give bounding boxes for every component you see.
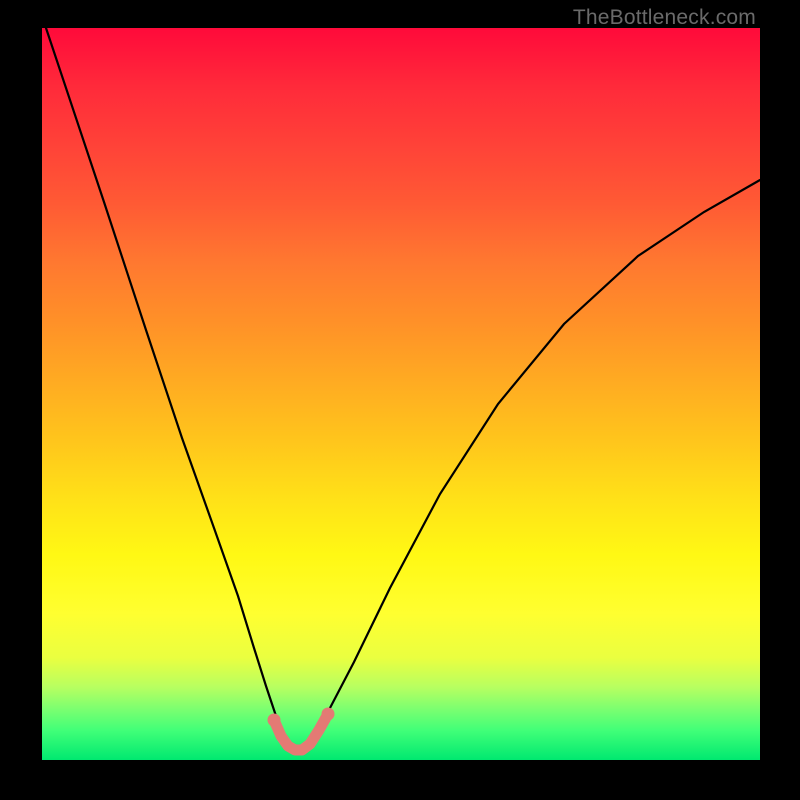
highlight-segment — [274, 714, 328, 750]
watermark-text: TheBottleneck.com — [573, 6, 756, 30]
bottleneck-curve — [46, 28, 760, 749]
highlight-dot-left — [268, 714, 281, 727]
curve-svg — [42, 28, 760, 760]
highlight-dot-right — [322, 708, 335, 721]
chart-frame: TheBottleneck.com — [0, 0, 800, 800]
plot-area — [42, 28, 760, 760]
